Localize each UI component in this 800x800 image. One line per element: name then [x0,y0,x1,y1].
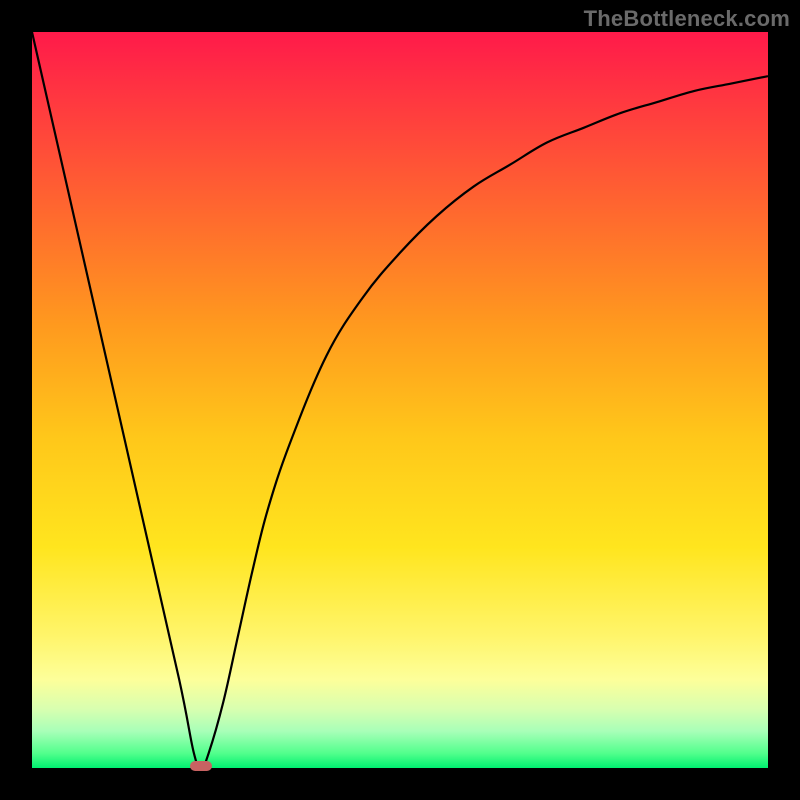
optimal-point-marker [190,761,212,771]
frame-right [768,0,800,800]
plot-area [32,32,768,768]
frame-bottom [0,768,800,800]
frame-left [0,0,32,800]
watermark-text: TheBottleneck.com [584,6,790,32]
chart-canvas: TheBottleneck.com [0,0,800,800]
bottleneck-curve [32,32,768,768]
